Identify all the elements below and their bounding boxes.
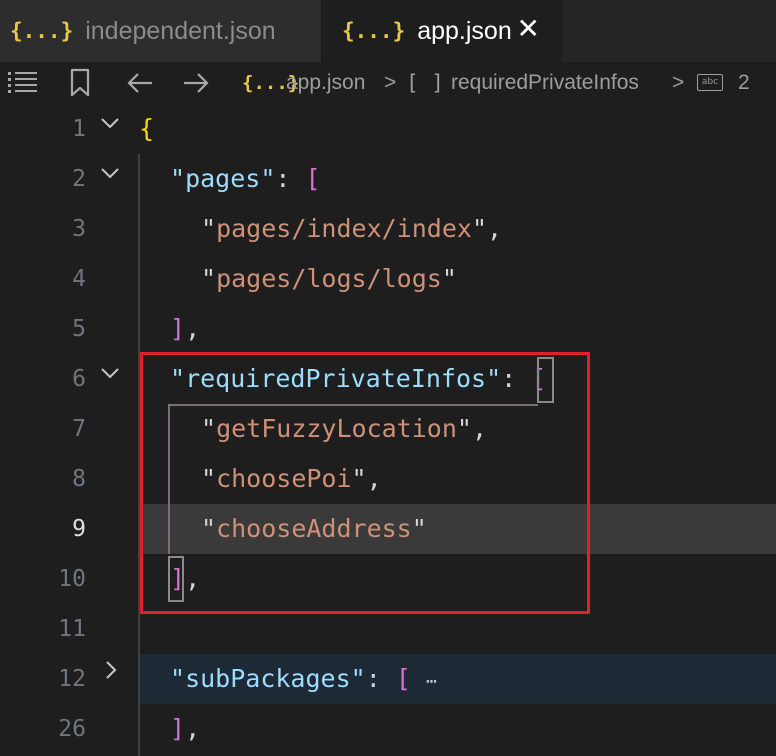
line-number: 4 xyxy=(72,266,86,292)
json-key: pages xyxy=(185,164,261,193)
tab-bar: {...} independent.json {...} app.json ✕ xyxy=(0,0,776,62)
json-key: subPackages xyxy=(185,664,351,693)
folded-ellipsis-icon[interactable]: ⋯ xyxy=(426,671,437,692)
tab-independent-json[interactable]: {...} independent.json xyxy=(0,0,322,62)
bookmark-icon[interactable] xyxy=(70,68,90,102)
string-icon: abc xyxy=(697,74,723,91)
json-file-icon: {...} xyxy=(342,19,406,43)
arrow-left-icon[interactable] xyxy=(126,71,154,99)
chevron-right-icon[interactable] xyxy=(100,654,124,704)
json-string: pages/logs/logs xyxy=(216,264,442,293)
array-icon: [ ] xyxy=(406,71,444,95)
tab-label: independent.json xyxy=(85,16,276,45)
json-file-icon: {...} xyxy=(10,19,74,43)
line-number: 2 xyxy=(72,166,86,192)
chevron-down-icon[interactable] xyxy=(100,154,124,204)
line-number: 7 xyxy=(72,416,86,442)
breadcrumb-bar: {...} app.json > [ ] requiredPrivateInfo… xyxy=(0,62,776,104)
code-line-folded: 12 "subPackages": [ ⋯ xyxy=(0,654,776,704)
breadcrumb-separator: > xyxy=(672,71,685,94)
json-string: pages/index/index xyxy=(216,214,472,243)
line-number: 1 xyxy=(72,116,86,142)
line-number: 3 xyxy=(72,216,86,242)
line-number: 5 xyxy=(72,316,86,342)
line-number: 9 xyxy=(72,516,86,542)
code-line: 4 "pages/logs/logs" xyxy=(0,254,776,304)
code-editor[interactable]: 1 { 2 "pages": [ 3 "pages/index/index", … xyxy=(0,104,776,756)
code-line: 5 ], xyxy=(0,304,776,354)
tab-app-json[interactable]: {...} app.json ✕ xyxy=(322,0,562,62)
chevron-down-icon[interactable] xyxy=(100,354,124,404)
line-number: 6 xyxy=(72,366,86,392)
line-number: 10 xyxy=(58,566,86,592)
line-number: 12 xyxy=(58,666,86,692)
line-number: 26 xyxy=(58,716,86,742)
annotation-highlight-box xyxy=(140,352,590,614)
breadcrumb-file[interactable]: app.json xyxy=(286,70,365,96)
code-line: 3 "pages/index/index", xyxy=(0,204,776,254)
arrow-right-icon[interactable] xyxy=(182,71,210,99)
list-icon[interactable] xyxy=(8,70,38,100)
line-number: 8 xyxy=(72,466,86,492)
close-icon[interactable]: ✕ xyxy=(517,14,540,44)
code-line: 1 { xyxy=(0,104,776,154)
tab-label: app.json xyxy=(417,16,512,45)
line-number: 11 xyxy=(58,616,86,642)
code-line: 2 "pages": [ xyxy=(0,154,776,204)
chevron-down-icon[interactable] xyxy=(100,104,124,154)
code-line: 26 ], xyxy=(0,704,776,754)
breadcrumb-separator: > xyxy=(384,71,397,94)
breadcrumb-index[interactable]: 2 xyxy=(738,70,750,96)
breadcrumb-segment[interactable]: requiredPrivateInfos xyxy=(451,70,639,96)
